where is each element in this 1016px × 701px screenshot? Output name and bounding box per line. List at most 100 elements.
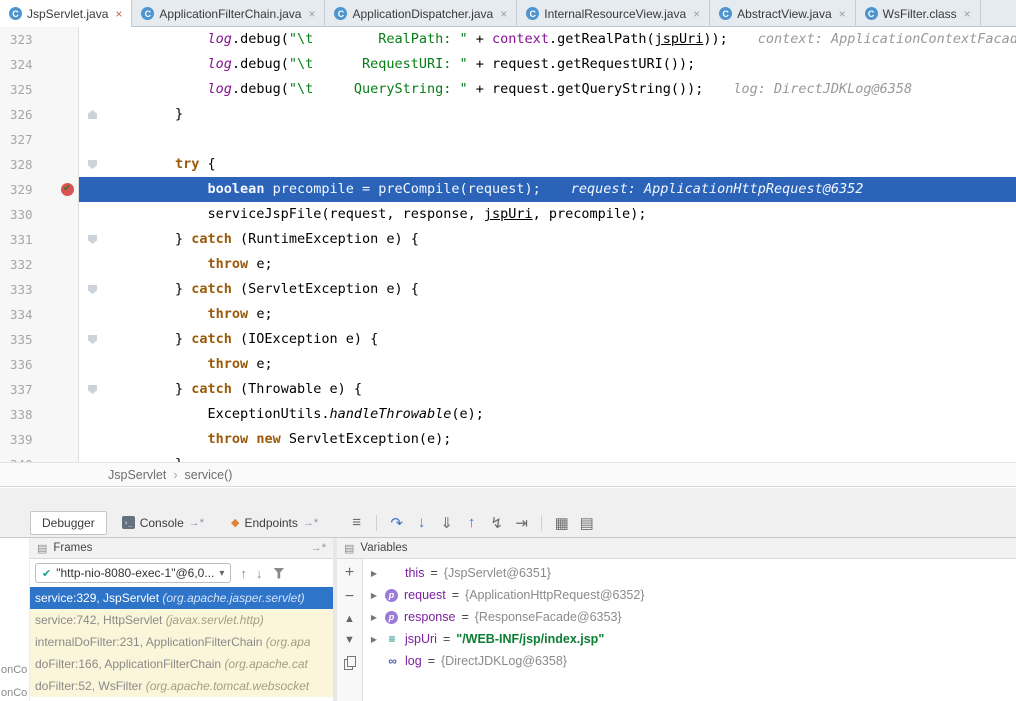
expand-chevron-icon[interactable]: ▶ (369, 635, 379, 644)
code-text[interactable]: } (110, 452, 1016, 462)
line-gutter[interactable]: 330 (0, 202, 79, 227)
fold-column[interactable] (79, 177, 110, 202)
code-text[interactable]: try { (110, 152, 1016, 177)
line-gutter[interactable]: 333 (0, 277, 79, 302)
line-gutter[interactable]: 331 (0, 227, 79, 252)
breadcrumb-item-class[interactable]: JspServlet (108, 468, 166, 482)
close-icon[interactable]: × (964, 7, 971, 21)
fold-column[interactable] (79, 302, 110, 327)
fold-column[interactable] (79, 452, 110, 462)
debug-tab-debugger[interactable]: Debugger (30, 511, 107, 535)
close-icon[interactable]: × (693, 7, 700, 21)
code-text[interactable]: serviceJspFile(request, response, jspUri… (110, 202, 1016, 227)
fold-marker-icon[interactable] (88, 285, 97, 294)
fold-column[interactable] (79, 227, 110, 252)
stack-frame-row[interactable]: internalDoFilter:231, ApplicationFilterC… (30, 631, 333, 653)
jump-to-frame-icon[interactable]: →* (311, 542, 326, 554)
line-gutter[interactable]: 325 (0, 77, 79, 102)
code-text[interactable]: throw new ServletException(e); (110, 427, 1016, 452)
close-icon[interactable]: × (115, 7, 122, 21)
fold-column[interactable] (79, 327, 110, 352)
editor-tab-ApplicationFilterChain.java[interactable]: CApplicationFilterChain.java× (132, 0, 325, 27)
code-text[interactable]: throw e; (110, 302, 1016, 327)
tool-window-button[interactable]: onCo (1, 664, 27, 676)
view-as-table-icon[interactable]: ▦ (549, 514, 574, 532)
code-text[interactable]: } catch (Throwable e) { (110, 377, 1016, 402)
line-gutter[interactable]: 335 (0, 327, 79, 352)
expand-chevron-icon[interactable]: ▶ (369, 569, 379, 578)
prev-frame-icon[interactable]: ↑ (240, 566, 247, 581)
fold-column[interactable] (79, 27, 110, 52)
expand-chevron-icon[interactable]: ▶ (369, 613, 379, 622)
remove-watch-icon[interactable]: − (345, 590, 354, 604)
code-editor[interactable]: 323 log.debug("\t RealPath: " + context.… (0, 27, 1016, 462)
line-gutter[interactable]: 328 (0, 152, 79, 177)
stack-frame-row[interactable]: doFilter:166, ApplicationFilterChain (or… (30, 653, 333, 675)
fold-marker-icon[interactable] (88, 335, 97, 344)
code-text[interactable]: } (110, 102, 1016, 127)
fold-column[interactable] (79, 277, 110, 302)
fold-marker-icon[interactable] (88, 160, 97, 169)
expand-chevron-icon[interactable]: ▶ (369, 591, 379, 600)
line-gutter[interactable]: 324 (0, 52, 79, 77)
close-icon[interactable]: × (308, 7, 315, 21)
move-watch-up-icon[interactable]: ▲ (344, 614, 355, 625)
code-text[interactable]: log.debug("\t RequestURI: " + request.ge… (110, 52, 1016, 77)
variable-row[interactable]: ▶this={JspServlet@6351} (364, 562, 1016, 584)
layout-settings-icon[interactable]: ▤ (574, 514, 599, 532)
fold-column[interactable] (79, 127, 110, 152)
line-gutter[interactable]: 332 (0, 252, 79, 277)
hide-library-frames-icon[interactable] (273, 568, 284, 579)
fold-column[interactable] (79, 427, 110, 452)
stack-frame-row[interactable]: service:329, JspServlet (org.apache.jasp… (30, 587, 333, 609)
move-watch-down-icon[interactable]: ▼ (344, 635, 355, 646)
line-gutter[interactable]: 339 (0, 427, 79, 452)
fold-column[interactable] (79, 377, 110, 402)
line-gutter[interactable]: 337 (0, 377, 79, 402)
duplicate-watch-icon[interactable] (344, 656, 356, 669)
run-to-cursor-icon[interactable]: ⇥ (509, 514, 534, 532)
code-text[interactable]: throw e; (110, 252, 1016, 277)
code-text[interactable]: } catch (IOException e) { (110, 327, 1016, 352)
editor-tab-AbstractView.java[interactable]: CAbstractView.java× (710, 0, 856, 27)
thread-dropdown[interactable]: ✔ "http-nio-8080-exec-1"@6,0... ▾ (35, 563, 231, 583)
fold-column[interactable] (79, 52, 110, 77)
step-out-icon[interactable]: ↑ (459, 514, 484, 531)
fold-column[interactable] (79, 402, 110, 427)
line-gutter[interactable]: 340 (0, 452, 79, 462)
code-text[interactable]: } catch (RuntimeException e) { (110, 227, 1016, 252)
code-text[interactable]: boolean precompile = preCompile(request)… (110, 177, 1016, 202)
code-text[interactable]: log.debug("\t RealPath: " + context.getR… (110, 27, 1016, 52)
variable-row[interactable]: ▶≡jspUri="/WEB-INF/jsp/index.jsp" (364, 628, 1016, 650)
debug-tab-endpoints[interactable]: ◆Endpoints→* (219, 511, 330, 535)
drop-frame-icon[interactable]: ↯ (484, 514, 509, 532)
fold-column[interactable] (79, 102, 110, 127)
code-text[interactable] (110, 127, 1016, 152)
fold-column[interactable] (79, 77, 110, 102)
variable-row[interactable]: ▶presponse={ResponseFacade@6353} (364, 606, 1016, 628)
editor-tab-JspServlet.java[interactable]: CJspServlet.java× (0, 0, 132, 27)
fold-column[interactable] (79, 352, 110, 377)
add-watch-icon[interactable]: + (345, 566, 354, 580)
close-icon[interactable]: × (500, 7, 507, 21)
close-icon[interactable]: × (839, 7, 846, 21)
debug-tab-console[interactable]: ›_Console→* (110, 511, 216, 535)
code-text[interactable]: } catch (ServletException e) { (110, 277, 1016, 302)
line-gutter[interactable]: 329 (0, 177, 79, 202)
current-execution-line[interactable]: boolean precompile = preCompile(request)… (79, 177, 1016, 202)
code-text[interactable]: ExceptionUtils.handleThrowable(e); (110, 402, 1016, 427)
stack-frame-row[interactable]: doFilter:52, WsFilter (org.apache.tomcat… (30, 675, 333, 697)
breakpoint-icon[interactable] (61, 183, 74, 196)
editor-tab-WsFilter.class[interactable]: CWsFilter.class× (856, 0, 981, 27)
step-into-icon[interactable]: ↓ (409, 514, 434, 531)
settings-menu-icon[interactable]: ≡ (344, 514, 369, 531)
fold-marker-icon[interactable] (88, 235, 97, 244)
next-frame-icon[interactable]: ↓ (256, 566, 263, 581)
variable-row[interactable]: ▶prequest={ApplicationHttpRequest@6352} (364, 584, 1016, 606)
line-gutter[interactable]: 327 (0, 127, 79, 152)
code-text[interactable]: throw e; (110, 352, 1016, 377)
variable-row[interactable]: ∞log={DirectJDKLog@6358} (364, 650, 1016, 672)
code-text[interactable]: log.debug("\t QueryString: " + request.g… (110, 77, 1016, 102)
fold-column[interactable] (79, 202, 110, 227)
line-gutter[interactable]: 336 (0, 352, 79, 377)
